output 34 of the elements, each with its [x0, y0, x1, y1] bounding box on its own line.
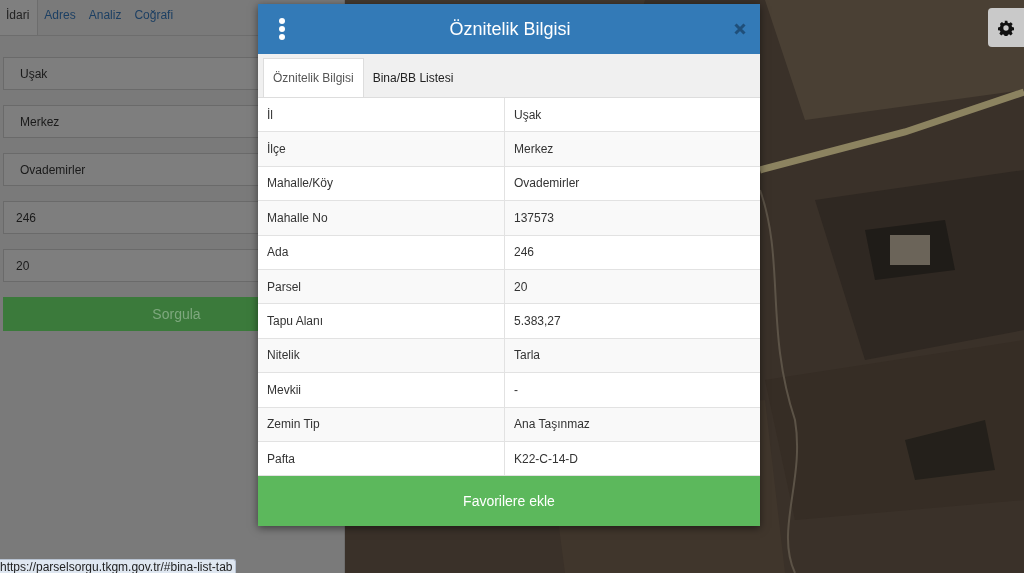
- table-cell: Parsel: [258, 269, 505, 304]
- table-cell: Mahalle/Köy: [258, 166, 505, 201]
- table-cell-text: -: [513, 381, 518, 399]
- dialog-title: Öznitelik Bilgisi: [448, 18, 572, 40]
- add-favorite-button[interactable]: Favorilere ekle: [258, 476, 760, 527]
- table-cell-text: Ana Taşınmaz: [513, 416, 590, 434]
- table-cell: İl: [258, 98, 505, 132]
- settings-button[interactable]: [988, 8, 1024, 47]
- table-cell: Pafta: [258, 441, 505, 476]
- settings-icon: [998, 19, 1014, 36]
- table-cell-text: 20: [513, 278, 528, 296]
- table-cell: Nitelik: [258, 338, 505, 373]
- table-cell: Mahalle No: [258, 201, 505, 235]
- table-cell: İlçe: [258, 132, 505, 166]
- table-cell-text: 246: [513, 244, 535, 262]
- tab[interactable]: Coğrafi: [128, 0, 181, 35]
- table-cell: Mevkii: [258, 373, 505, 407]
- tab[interactable]: Adres: [38, 0, 83, 35]
- status-url: https://parselsorgu.tkgm.gov.tr/#bina-list-tab: [0, 559, 236, 573]
- table-cell: Zemin Tip: [258, 407, 505, 441]
- table-cell-text: 137573: [513, 209, 555, 227]
- tab[interactable]: Analiz: [82, 0, 129, 35]
- table-cell-text: K22-C-14-D: [513, 450, 579, 468]
- tab[interactable]: İdari: [0, 0, 39, 35]
- menu-icon[interactable]: [278, 18, 286, 40]
- table-cell-text: 5.383,27: [513, 313, 561, 331]
- table-cell-text: Merkez: [513, 141, 554, 159]
- table-cell-text: Tarla: [513, 347, 540, 365]
- table-cell-text: Ovademirler: [513, 175, 580, 193]
- table-cell-text: Uşak: [513, 106, 542, 124]
- tab[interactable]: Öznitelik Bilgisi: [263, 58, 364, 97]
- table-cell: Tapu Alanı: [258, 304, 505, 338]
- table-cell: Ada: [258, 235, 505, 269]
- tab[interactable]: Bina/BB Listesi: [363, 59, 463, 97]
